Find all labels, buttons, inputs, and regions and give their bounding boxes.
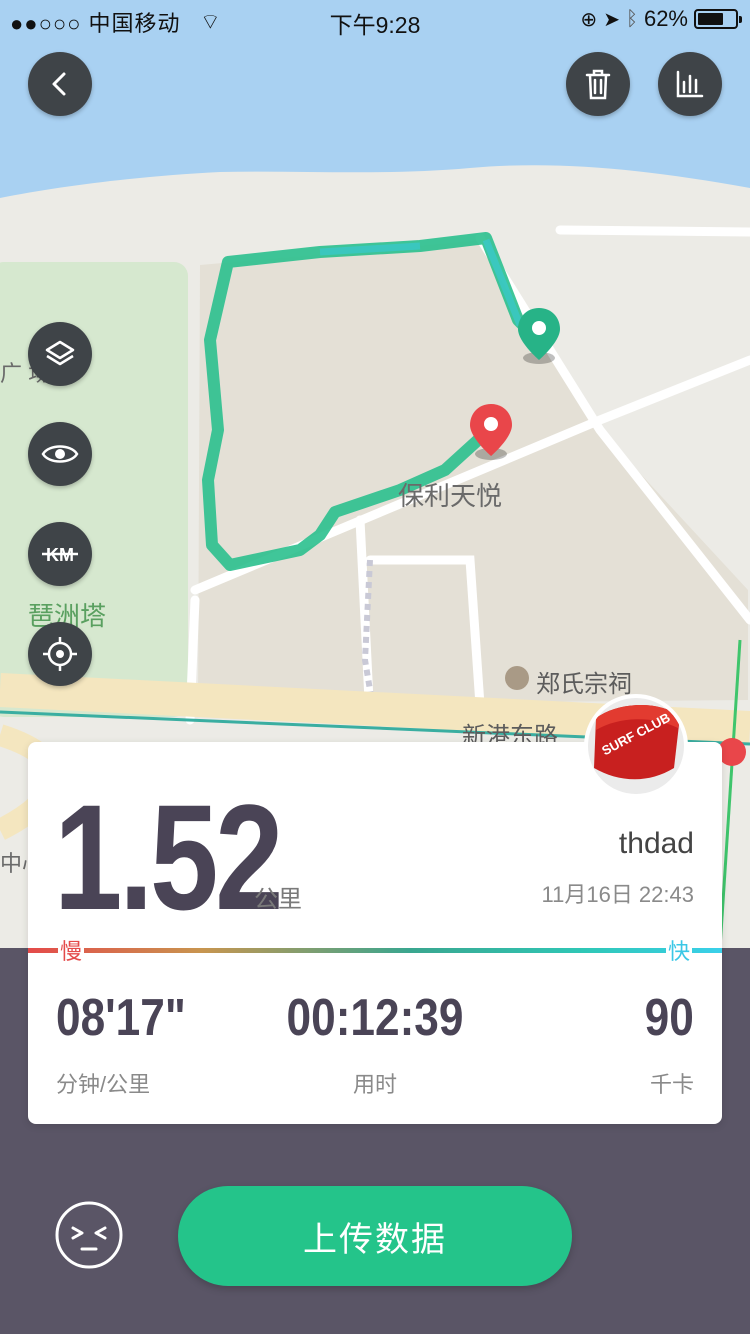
mood-button[interactable]: [54, 1200, 124, 1270]
stats-button[interactable]: [658, 52, 722, 116]
status-bar: ●●○○○ 中国移动 ⌔ 下午9:28 ⊕ ➤ ᛒ 62%: [0, 0, 750, 40]
duration-value: 00:12:39: [286, 989, 464, 1047]
visibility-button[interactable]: [28, 422, 92, 486]
locate-button[interactable]: [28, 622, 92, 686]
locate-icon: [43, 637, 77, 671]
status-right: ⊕ ➤ ᛒ 62%: [580, 6, 742, 32]
pace-gradient-bar: [28, 948, 722, 953]
shrine-icon: [505, 666, 529, 690]
trash-icon: [585, 69, 611, 100]
km-off-icon: KM: [42, 545, 78, 565]
back-arrow-icon: [52, 72, 66, 96]
km-toggle-button[interactable]: KM: [28, 522, 92, 586]
pace-slow-label: 慢: [58, 934, 85, 966]
chart-icon: [676, 70, 704, 98]
avatar[interactable]: SURF CLUB: [584, 694, 688, 798]
location-arrow-icon: ➤: [603, 8, 620, 31]
distance-unit: 公里: [254, 886, 302, 913]
smile-icon: [55, 1201, 123, 1269]
username: thdad: [618, 827, 694, 860]
eye-icon: [41, 445, 79, 463]
start-pin-icon: [518, 308, 560, 364]
avatar-image: SURF CLUB: [594, 704, 680, 780]
end-pin-icon: [470, 404, 512, 460]
battery-percent: 62%: [643, 6, 688, 31]
summary-card: 1.52 公里 thdad 11月16日 22:43 SURF CLUB 慢 快…: [28, 694, 722, 1124]
battery-icon: [694, 9, 742, 29]
map-label-zheng-shrine: 郑氏宗祠: [536, 671, 632, 698]
upload-button[interactable]: 上传数据: [178, 1186, 572, 1286]
delete-button[interactable]: [566, 52, 630, 116]
calories-label: 千卡: [649, 1072, 694, 1097]
back-button[interactable]: [28, 52, 92, 116]
duration-label: 用时: [352, 1072, 397, 1097]
calories-value: 90: [644, 989, 694, 1047]
run-datetime: 11月16日 22:43: [541, 882, 694, 907]
lock-rotation-icon: ⊕: [580, 8, 598, 31]
layers-icon: [45, 340, 75, 366]
pace-fast-label: 快: [665, 934, 692, 966]
poi-icon: [718, 738, 746, 766]
layers-button[interactable]: [28, 322, 92, 386]
distance-value: 1.52: [54, 773, 284, 941]
bluetooth-icon: ᛒ: [625, 7, 638, 30]
map-label-poly-tianyue: 保利天悦: [398, 481, 503, 511]
